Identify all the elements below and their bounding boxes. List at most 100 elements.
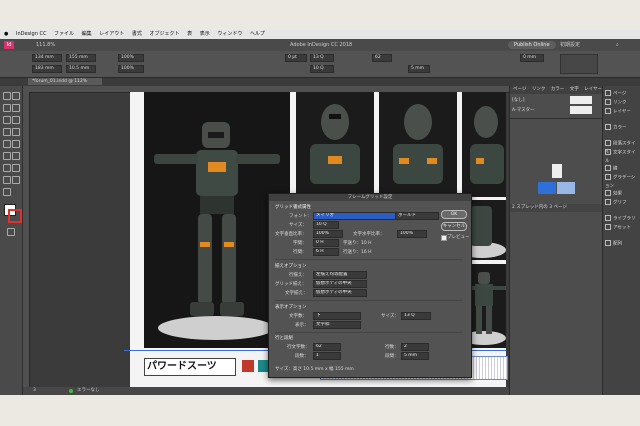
tab-pages[interactable]: ページ xyxy=(513,87,526,92)
robot-photo-side[interactable] xyxy=(462,92,506,197)
font-size2-field[interactable]: 10 Q xyxy=(310,65,334,73)
page-thumb-3[interactable] xyxy=(557,182,575,194)
chars-per-line-field[interactable]: 62 xyxy=(313,343,341,351)
pencil-tool-icon[interactable] xyxy=(12,128,20,136)
workspace-switcher[interactable]: 初期設定 xyxy=(560,39,580,51)
char-count-select[interactable]: 下 xyxy=(313,312,361,320)
x-field[interactable]: 134 mm xyxy=(32,54,62,62)
quick-apply-area[interactable] xyxy=(560,54,598,74)
direct-selection-tool-icon[interactable] xyxy=(12,92,20,100)
panel-glyphs-icon[interactable]: グリフ xyxy=(605,199,639,207)
publish-online-button[interactable]: Publish Online xyxy=(508,41,556,49)
tab-character[interactable]: 文字 xyxy=(570,87,579,92)
menu-item-window[interactable]: ウィンドウ xyxy=(217,31,242,37)
type-tool-icon[interactable] xyxy=(3,116,11,124)
scale-y-field[interactable]: 100% xyxy=(118,65,144,73)
line-tool-icon[interactable] xyxy=(12,116,20,124)
section-grid-attributes: グリッド書式属性 xyxy=(275,205,311,210)
robot-photo-head-front[interactable] xyxy=(296,92,374,197)
menu-item-app[interactable]: InDesign CC xyxy=(16,31,46,37)
gradient-tool-icon[interactable] xyxy=(3,164,11,172)
tab-color[interactable]: カラー xyxy=(551,87,565,92)
stroke-swatch-icon[interactable] xyxy=(8,209,22,223)
zoom-tool-icon[interactable] xyxy=(3,188,11,196)
display-select[interactable]: 文字枠 xyxy=(313,321,361,329)
line-space-field[interactable]: 6 H xyxy=(313,248,339,256)
a-master-label[interactable]: A-マスター xyxy=(512,107,535,113)
panel-assets-icon[interactable]: アセット xyxy=(605,224,639,232)
scale-x-field[interactable]: 100% xyxy=(118,54,144,62)
font-style-select[interactable]: ボールド xyxy=(395,212,439,220)
page-thumb-1[interactable] xyxy=(552,164,562,178)
none-master-label[interactable]: [なし] xyxy=(512,97,525,103)
panel-stroke-icon[interactable]: 線 xyxy=(605,165,639,173)
vscale-field[interactable]: 100% xyxy=(313,230,343,238)
selection-tool-icon[interactable] xyxy=(3,92,11,100)
note-tool-icon[interactable] xyxy=(12,164,20,172)
rectangle-tool-icon[interactable] xyxy=(12,140,20,148)
preflight-status[interactable]: エラーなし xyxy=(77,387,100,395)
rows-field[interactable]: 2 xyxy=(401,343,429,351)
master-thumb-none[interactable] xyxy=(570,96,592,104)
eyedropper-tool-icon[interactable] xyxy=(3,176,11,184)
panel-gradient-icon[interactable]: グラデーション xyxy=(605,174,639,189)
transform-tool-icon[interactable] xyxy=(12,152,20,160)
ok-button[interactable]: OK xyxy=(441,210,467,219)
panel-library-icon[interactable]: ライブラリ xyxy=(605,215,639,223)
tab-links[interactable]: リンク xyxy=(532,87,546,92)
document-tab[interactable]: *forum_01.indd @ 112% xyxy=(28,78,102,85)
menu-item-file[interactable]: ファイル xyxy=(54,31,74,37)
gutter-field[interactable]: 5 mm xyxy=(408,65,430,73)
page-number[interactable]: 3 xyxy=(33,387,36,395)
gutter-field[interactable]: 5 mm xyxy=(401,352,429,360)
panel-pages-icon[interactable]: ページ xyxy=(605,90,639,98)
count-size-field[interactable]: 13 Q xyxy=(401,312,431,320)
panel-layers-icon[interactable]: レイヤー xyxy=(605,108,639,116)
panel-color-icon[interactable]: カラー xyxy=(605,124,639,132)
panel-links-icon[interactable]: リンク xyxy=(605,99,639,107)
h-field[interactable]: 10.5 mm xyxy=(66,65,96,73)
page-thumb-2[interactable] xyxy=(538,182,556,194)
hscale-field[interactable]: 100% xyxy=(397,230,427,238)
menu-item-type[interactable]: 書式 xyxy=(132,31,142,37)
offset-field[interactable]: 0 mm xyxy=(520,54,544,62)
scissors-tool-icon[interactable] xyxy=(3,152,11,160)
tab-layers[interactable]: レイヤー xyxy=(584,87,602,92)
zoom-level[interactable]: 111.8% xyxy=(36,39,55,51)
panel-paragraph-styles-icon[interactable]: 段落スタイル xyxy=(605,140,639,155)
size-field[interactable]: 10 Q xyxy=(313,221,339,229)
vertical-ruler[interactable] xyxy=(23,92,30,395)
font-size-field[interactable]: 13 Q xyxy=(310,54,334,62)
search-icon[interactable]: ⌕ xyxy=(616,39,619,51)
screen-mode-icon[interactable] xyxy=(7,228,15,236)
char-space-field[interactable]: 0 H xyxy=(313,239,339,247)
apple-icon[interactable]: ● xyxy=(4,31,8,37)
line-align-select[interactable]: 左揃え均等配置 xyxy=(313,271,367,279)
menu-item-help[interactable]: ヘルプ xyxy=(250,31,265,37)
page-tool-icon[interactable] xyxy=(3,104,11,112)
pen-tool-icon[interactable] xyxy=(3,128,11,136)
menu-item-view[interactable]: 表示 xyxy=(200,31,210,37)
menu-item-table[interactable]: 表 xyxy=(187,31,192,37)
panel-align-icon[interactable]: 配列 xyxy=(605,240,639,248)
stroke-weight-field[interactable]: 0 pt xyxy=(285,54,307,62)
char-align-select[interactable]: 仮想ボディの中央 xyxy=(313,289,367,297)
menu-item-object[interactable]: オブジェクト xyxy=(149,31,179,37)
rectangle-frame-tool-icon[interactable] xyxy=(3,140,11,148)
w-field[interactable]: 155 mm xyxy=(66,54,96,62)
master-thumb-a[interactable] xyxy=(570,106,592,114)
cancel-button[interactable]: キャンセル xyxy=(441,222,467,231)
panel-effects-icon[interactable]: 効果 xyxy=(605,190,639,198)
hand-tool-icon[interactable] xyxy=(12,176,20,184)
panel-character-styles-icon[interactable]: 文字スタイル xyxy=(605,149,639,164)
headline-text-frame[interactable]: パワードスーツ xyxy=(144,358,236,376)
columns-field[interactable]: 1 xyxy=(313,352,341,360)
gap-tool-icon[interactable] xyxy=(12,104,20,112)
menu-item-edit[interactable]: 編集 xyxy=(82,31,92,37)
grid-align-select[interactable]: 仮想ボディの中央 xyxy=(313,280,367,288)
font-select[interactable]: メイリオ xyxy=(313,212,397,220)
menu-item-layout[interactable]: レイアウト xyxy=(99,31,124,37)
robot-photo-head-back[interactable] xyxy=(379,92,457,197)
y-field[interactable]: 183 mm xyxy=(32,65,62,73)
line-count-field[interactable]: 62 xyxy=(372,54,392,62)
